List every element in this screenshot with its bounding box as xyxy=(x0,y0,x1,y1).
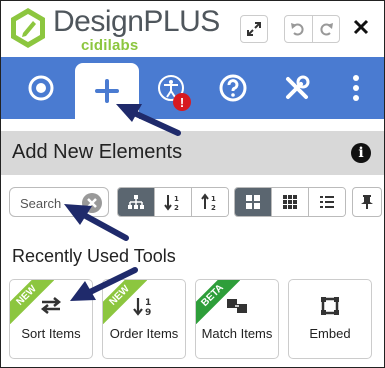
new-ribbon: NEW xyxy=(103,280,147,324)
plus-icon xyxy=(95,79,119,103)
redo-button[interactable] xyxy=(311,16,340,42)
designplus-panel: DesignPLUS cidilabs ! Add New Elements i… xyxy=(0,0,385,368)
tool-label: Match Items xyxy=(201,326,273,341)
sort-za-icon: 12 xyxy=(201,193,216,211)
brand-tagline: cidilabs xyxy=(81,37,139,54)
expand-icon xyxy=(247,22,261,36)
large-grid-icon xyxy=(246,195,260,209)
tab-bar: ! xyxy=(1,57,384,119)
search-input[interactable] xyxy=(18,189,86,217)
view-button-group xyxy=(234,187,346,217)
svg-text:2: 2 xyxy=(174,204,179,211)
undo-button[interactable] xyxy=(285,16,312,42)
sort-az-icon: 12 xyxy=(164,195,179,211)
tab-accessibility[interactable]: ! xyxy=(149,57,193,119)
clear-icon xyxy=(87,198,97,208)
recent-tools-title: Recently Used Tools xyxy=(12,246,176,266)
header: DesignPLUS cidilabs xyxy=(1,1,384,57)
large-grid-view-button[interactable] xyxy=(235,188,271,216)
tab-add-elements[interactable] xyxy=(75,63,139,119)
expand-button[interactable] xyxy=(240,15,268,43)
designplus-logo-icon xyxy=(11,8,45,48)
tool-card-embed[interactable]: Embed xyxy=(288,279,372,359)
help-icon xyxy=(219,74,247,102)
svg-text:2: 2 xyxy=(211,204,216,211)
page-title: Add New Elements xyxy=(12,141,183,163)
svg-text:1: 1 xyxy=(174,195,179,203)
tool-label: Order Items xyxy=(109,326,179,341)
new-ribbon: NEW xyxy=(10,280,54,324)
tool-label: Sort Items xyxy=(21,326,81,341)
brand-name: DesignPLUS xyxy=(53,5,220,39)
small-grid-icon xyxy=(283,195,297,209)
tab-target[interactable] xyxy=(19,57,63,119)
tab-more[interactable] xyxy=(341,57,371,119)
beta-ribbon: BETA xyxy=(196,280,240,324)
embed-icon xyxy=(321,297,339,315)
hierarchy-icon xyxy=(128,195,144,209)
close-button[interactable] xyxy=(349,13,373,41)
sort-ascending-button[interactable]: 12 xyxy=(154,188,191,216)
small-grid-view-button[interactable] xyxy=(271,188,308,216)
sort-descending-button[interactable]: 12 xyxy=(191,188,228,216)
info-icon[interactable]: i xyxy=(351,143,371,163)
more-vertical-icon xyxy=(353,75,359,101)
section-header: Add New Elements i xyxy=(1,131,384,175)
pin-icon xyxy=(361,195,373,209)
sort-button-group: 12 12 xyxy=(117,187,229,217)
close-icon xyxy=(353,19,369,35)
tool-card-sort-items[interactable]: Sort Items NEW xyxy=(9,279,93,359)
tool-card-match-items[interactable]: Match Items BETA xyxy=(195,279,279,359)
undo-icon xyxy=(291,23,304,36)
hierarchy-sort-button[interactable] xyxy=(118,188,154,216)
pin-button[interactable] xyxy=(352,187,382,217)
tab-tools[interactable] xyxy=(275,57,319,119)
tools-icon xyxy=(286,75,310,99)
brand-design: Design xyxy=(53,5,144,38)
svg-text:1: 1 xyxy=(211,195,216,203)
target-icon xyxy=(28,75,54,101)
clear-search-button[interactable] xyxy=(82,193,102,213)
tool-label: Embed xyxy=(309,326,351,341)
accessibility-alert-badge: ! xyxy=(173,93,191,111)
list-icon xyxy=(320,196,334,208)
tab-help[interactable] xyxy=(211,57,255,119)
brand-plus: PLUS xyxy=(143,5,220,38)
tool-card-order-items[interactable]: 19 Order Items NEW xyxy=(102,279,186,359)
list-view-button[interactable] xyxy=(308,188,345,216)
search-box xyxy=(9,187,109,217)
redo-icon xyxy=(320,23,333,36)
undo-redo-group xyxy=(284,15,340,43)
